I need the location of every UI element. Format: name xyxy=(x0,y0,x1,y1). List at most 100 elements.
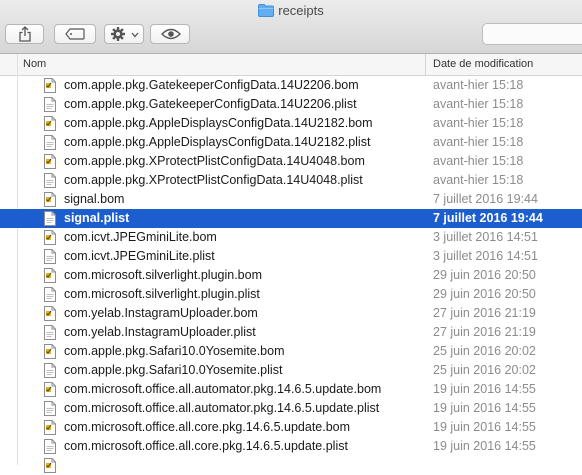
file-modified-date: 7 juillet 2016 19:44 xyxy=(433,211,543,225)
file-row[interactable]: com.apple.pkg.XProtectPlistConfigData.14… xyxy=(0,152,582,171)
gear-icon xyxy=(111,27,125,41)
file-name: com.microsoft.office.all.core.pkg.14.6.5… xyxy=(64,420,351,434)
file-modified-date: 19 juin 2016 14:55 xyxy=(433,439,536,453)
quick-look-button[interactable] xyxy=(150,24,190,44)
plist-file-icon xyxy=(44,173,56,188)
file-modified-date: avant-hier 15:18 xyxy=(433,97,524,111)
plist-file-icon xyxy=(44,97,56,112)
file-name: com.apple.pkg.GatekeeperConfigData.14U22… xyxy=(64,97,357,111)
file-modified-date: 7 juillet 2016 19:44 xyxy=(433,192,538,206)
chevron-down-icon xyxy=(131,32,139,38)
action-menu-button[interactable] xyxy=(104,24,144,44)
file-row[interactable]: com.apple.pkg.XProtectPlistConfigData.14… xyxy=(0,171,582,190)
file-modified-date: 3 juillet 2016 14:51 xyxy=(433,230,538,244)
bom-file-icon xyxy=(44,382,56,397)
bom-file-icon xyxy=(44,458,56,473)
file-row[interactable]: com.apple.pkg.Safari10.0Yosemite.bom 25 j… xyxy=(0,342,582,361)
window-title-text: receipts xyxy=(278,3,324,18)
file-name: com.apple.pkg.Safari10.0Yosemite.plist xyxy=(64,363,283,377)
eye-icon xyxy=(161,28,181,40)
file-modified-date: 27 juin 2016 21:19 xyxy=(433,306,536,320)
file-modified-date: 3 juillet 2016 14:51 xyxy=(433,249,538,263)
file-name: com.apple.pkg.XProtectPlistConfigData.14… xyxy=(64,173,363,187)
column-header: Nom Date de modification xyxy=(0,54,582,76)
plist-file-icon xyxy=(44,363,56,378)
window-title: receipts xyxy=(0,3,582,20)
file-row[interactable]: com.yelab.InstagramUploader.plist 27 juin… xyxy=(0,323,582,342)
file-modified-date: 29 juin 2016 20:50 xyxy=(433,287,536,301)
file-row[interactable]: com.microsoft.silverlight.plugin.bom 29 j… xyxy=(0,266,582,285)
file-row[interactable]: com.apple.pkg.GatekeeperConfigData.14U22… xyxy=(0,95,582,114)
file-row[interactable]: com.apple.pkg.AppleDisplaysConfigData.14… xyxy=(0,133,582,152)
bom-file-icon xyxy=(44,344,56,359)
file-row[interactable]: signal.bom 7 juillet 2016 19:44 xyxy=(0,190,582,209)
file-row[interactable]: com.microsoft.office.all.core.pkg.14.6.5… xyxy=(0,418,582,437)
file-modified-date: avant-hier 15:18 xyxy=(433,154,524,168)
file-name: signal.bom xyxy=(64,192,125,206)
plist-file-icon xyxy=(44,249,56,264)
bom-file-icon xyxy=(44,192,56,207)
bom-file-icon xyxy=(44,420,56,435)
file-row[interactable]: com.microsoft.office.all.automator.pkg.1… xyxy=(0,380,582,399)
file-list: com.apple.pkg.GatekeeperConfigData.14U22… xyxy=(0,76,582,475)
file-name: com.icvt.JPEGminiLite.bom xyxy=(64,230,217,244)
search-field[interactable] xyxy=(482,23,582,45)
file-row[interactable]: com.yelab.InstagramUploader.bom 27 juin 2… xyxy=(0,304,582,323)
file-modified-date: avant-hier 15:18 xyxy=(433,116,524,130)
bom-file-icon xyxy=(44,230,56,245)
column-header-date[interactable]: Date de modification xyxy=(433,58,533,70)
file-modified-date: avant-hier 15:18 xyxy=(433,173,524,187)
file-row[interactable]: com.apple.pkg.AppleDisplaysConfigData.14… xyxy=(0,114,582,133)
bom-file-icon xyxy=(44,306,56,321)
file-modified-date: avant-hier 15:18 xyxy=(433,135,524,149)
file-modified-date: 29 juin 2016 20:50 xyxy=(433,268,536,282)
file-name: com.microsoft.silverlight.plugin.bom xyxy=(64,268,262,282)
plist-file-icon xyxy=(44,287,56,302)
bom-file-icon xyxy=(44,154,56,169)
plist-file-icon xyxy=(44,211,56,226)
file-row[interactable]: com.icvt.JPEGminiLite.bom 3 juillet 2016 … xyxy=(0,228,582,247)
folder-icon xyxy=(258,4,275,20)
file-name: com.yelab.InstagramUploader.plist xyxy=(64,325,256,339)
file-row[interactable]: com.microsoft.office.all.core.pkg.14.6.5… xyxy=(0,437,582,456)
tag-button[interactable] xyxy=(54,24,96,44)
file-row[interactable]: signal.plist 7 juillet 2016 19:44 xyxy=(0,209,582,228)
bom-file-icon xyxy=(44,268,56,283)
file-name: com.microsoft.office.all.automator.pkg.1… xyxy=(64,382,382,396)
plist-file-icon xyxy=(44,401,56,416)
file-name: com.yelab.InstagramUploader.bom xyxy=(64,306,258,320)
file-row[interactable]: com.microsoft.office.all.automator.pkg.1… xyxy=(0,399,582,418)
share-icon xyxy=(19,26,31,42)
file-name: com.apple.pkg.AppleDisplaysConfigData.14… xyxy=(64,116,373,130)
file-row[interactable]: com.microsoft.silverlight.plugin.plist 29… xyxy=(0,285,582,304)
file-name: com.microsoft.office.all.core.pkg.14.6.5… xyxy=(64,439,348,453)
file-name: com.apple.pkg.XProtectPlistConfigData.14… xyxy=(64,154,365,168)
share-button[interactable] xyxy=(5,24,44,44)
file-name: signal.plist xyxy=(64,211,130,225)
bom-file-icon xyxy=(44,116,56,131)
file-row[interactable]: com.apple.pkg.Safari10.0Yosemite.plist 25… xyxy=(0,361,582,380)
file-modified-date: 19 juin 2016 14:55 xyxy=(433,401,536,415)
file-name: com.microsoft.silverlight.plugin.plist xyxy=(64,287,260,301)
toolbar: receipts xyxy=(0,0,582,54)
bom-file-icon xyxy=(44,78,56,93)
file-name: com.icvt.JPEGminiLite.plist xyxy=(64,249,215,263)
file-row[interactable]: com.icvt.JPEGminiLite.plist 3 juillet 201… xyxy=(0,247,582,266)
file-modified-date: avant-hier 15:18 xyxy=(433,78,524,92)
tag-icon xyxy=(65,28,85,40)
column-header-name[interactable]: Nom xyxy=(23,58,46,70)
file-row[interactable] xyxy=(0,456,582,475)
plist-file-icon xyxy=(44,325,56,340)
file-name: com.apple.pkg.AppleDisplaysConfigData.14… xyxy=(64,135,371,149)
file-modified-date: 19 juin 2016 14:55 xyxy=(433,420,536,434)
plist-file-icon xyxy=(44,439,56,454)
file-modified-date: 19 juin 2016 14:55 xyxy=(433,382,536,396)
plist-file-icon xyxy=(44,135,56,150)
file-name: com.apple.pkg.Safari10.0Yosemite.bom xyxy=(64,344,285,358)
file-modified-date: 25 juin 2016 20:02 xyxy=(433,344,536,358)
file-modified-date: 25 juin 2016 20:02 xyxy=(433,363,536,377)
column-divider[interactable] xyxy=(425,54,426,75)
file-row[interactable]: com.apple.pkg.GatekeeperConfigData.14U22… xyxy=(0,76,582,95)
file-name: com.microsoft.office.all.automator.pkg.1… xyxy=(64,401,380,415)
file-modified-date: 27 juin 2016 21:19 xyxy=(433,325,536,339)
